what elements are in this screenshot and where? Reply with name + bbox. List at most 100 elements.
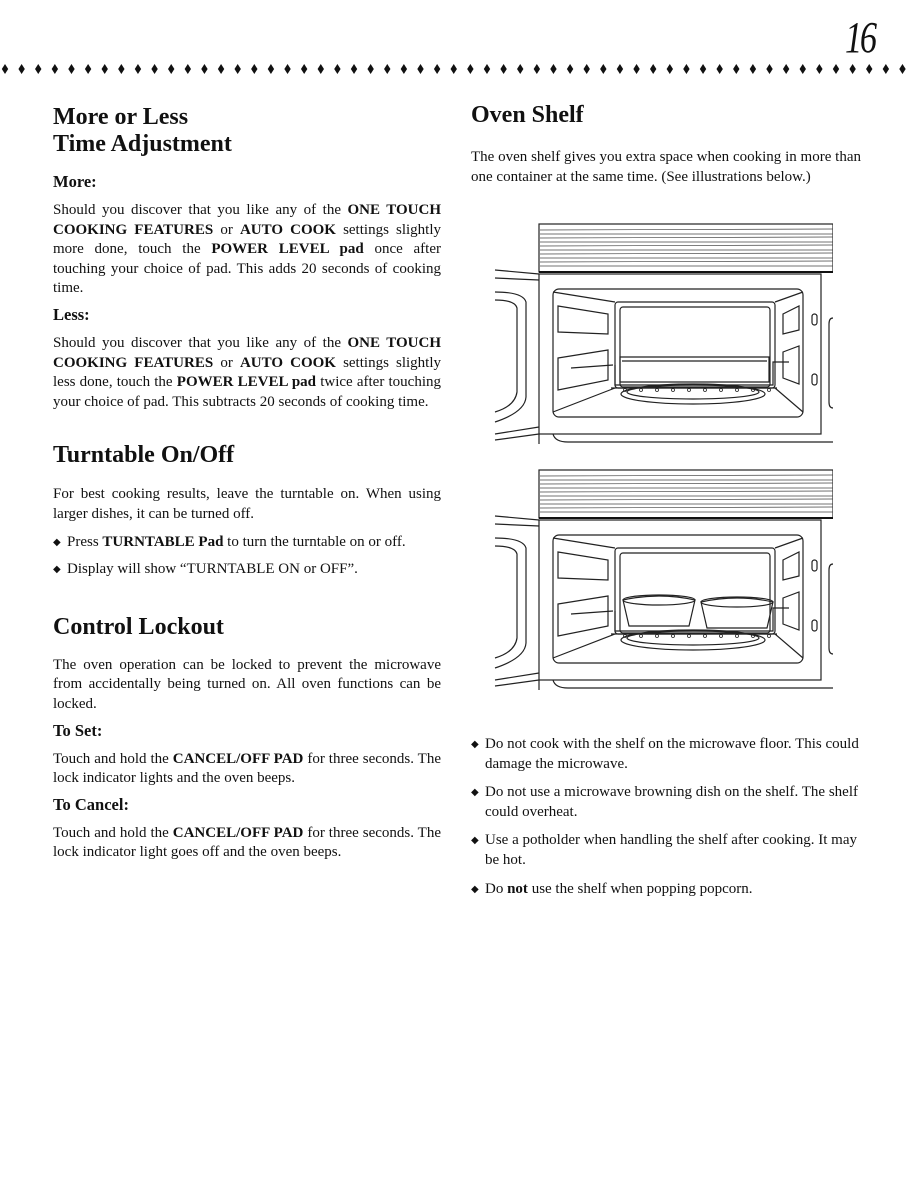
vent-slat bbox=[539, 474, 833, 477]
text-run: use the shelf when popping popcorn. bbox=[527, 880, 753, 897]
diamond-ornament bbox=[550, 64, 557, 74]
diamond-ornament bbox=[151, 64, 158, 74]
paragraph-less: Should you discover that you like any of… bbox=[53, 334, 441, 412]
bullet-item: ◆ Do not use the shelf when popping popco… bbox=[471, 880, 863, 900]
bullet-item: ◆ Display will show “TURNTABLE ON or OFF”… bbox=[53, 560, 441, 580]
door-window-outer bbox=[494, 537, 527, 669]
vent-grille-frame bbox=[538, 469, 833, 519]
door-bottom-edge bbox=[494, 672, 540, 687]
shelf-foot bbox=[671, 388, 675, 392]
diamond-ornament bbox=[699, 64, 707, 74]
oven-back-wall bbox=[614, 301, 776, 389]
cabinet-base bbox=[552, 433, 833, 443]
shelf-foot bbox=[655, 634, 659, 638]
shelf-foot bbox=[655, 388, 659, 392]
bold-text-run: TURNTABLE Pad bbox=[102, 533, 224, 550]
diamond-ornament bbox=[500, 64, 507, 74]
subheading-to-cancel: To Cancel: bbox=[53, 794, 129, 814]
vent-slat bbox=[539, 244, 833, 247]
diamond-ornament bbox=[583, 64, 590, 74]
text-run: Display will show “TURNTABLE ON or OFF”. bbox=[67, 561, 358, 578]
right-wall-vent-upper bbox=[782, 551, 800, 581]
control-panel-edge bbox=[828, 317, 833, 409]
bold-text-run: POWER LEVEL pad bbox=[211, 241, 364, 258]
diamond-ornament bbox=[417, 64, 424, 74]
control-panel-edge bbox=[828, 563, 833, 655]
diamond-ornament bbox=[267, 64, 275, 74]
bullet-diamond-icon: ◆ bbox=[471, 787, 479, 799]
vent-slat bbox=[539, 260, 833, 263]
paragraph-to-set: Touch and hold the CANCEL/OFF PAD for th… bbox=[53, 750, 441, 789]
shelf-foot bbox=[703, 634, 707, 638]
diamond-ornament bbox=[217, 64, 225, 74]
bullet-item: ◆ Use a potholder when handling the shelf… bbox=[471, 831, 863, 870]
diamond-ornament bbox=[68, 64, 75, 74]
section-more-or-less: More or Less Time Adjustment More: Shoul… bbox=[53, 104, 441, 412]
paragraph-lockout-intro: The oven operation can be locked to prev… bbox=[53, 656, 441, 712]
page-number: 16 bbox=[845, 13, 877, 62]
shelf-foot bbox=[671, 634, 675, 638]
bullet-item: ◆ Do not use a microwave browning dish on… bbox=[471, 783, 863, 822]
section-control-lockout: Control Lockout The oven operation can b… bbox=[53, 614, 441, 863]
bullet-text: Do not use a microwave browning dish on … bbox=[485, 783, 863, 822]
subheading-more: More: bbox=[53, 172, 97, 191]
diamond-ornament bbox=[384, 64, 391, 74]
shelf-foot bbox=[735, 634, 739, 638]
shelf-foot bbox=[687, 634, 691, 638]
illustration-oven-shelf-casserole bbox=[493, 222, 833, 444]
bullet-text: Do not cook with the shelf on the microw… bbox=[485, 735, 863, 774]
diamond-ornament bbox=[1, 64, 9, 74]
diamond-ornament bbox=[334, 64, 341, 74]
right-wall-vent-upper bbox=[782, 305, 800, 335]
diamond-ornament bbox=[616, 64, 624, 74]
diamond-ornament bbox=[683, 64, 690, 74]
oven-back-wall bbox=[614, 547, 776, 635]
diamond-ornament bbox=[899, 64, 906, 74]
diamond-ornament bbox=[799, 64, 806, 74]
diamond-ornament bbox=[84, 64, 92, 74]
bold-text-run: POWER LEVEL pad bbox=[176, 374, 317, 391]
diamond-ornament bbox=[766, 64, 773, 74]
text-run: Touch and hold the bbox=[53, 750, 173, 767]
door-window-inner bbox=[494, 545, 518, 659]
door-latch-slot-upper bbox=[811, 313, 818, 326]
bullet-diamond-icon: ◆ bbox=[53, 564, 61, 576]
right-column: Oven Shelf The oven shelf gives you extr… bbox=[471, 102, 861, 187]
left-wall-vent-upper bbox=[557, 551, 609, 581]
diamond-ornament bbox=[300, 64, 308, 74]
left-wall-shelf-support bbox=[557, 595, 609, 637]
diamond-ornament bbox=[350, 64, 358, 74]
paragraph-more: Should you discover that you like any of… bbox=[53, 201, 441, 299]
diamond-ornament bbox=[234, 64, 241, 74]
bullet-diamond-icon: ◆ bbox=[53, 536, 61, 548]
diamond-ornament bbox=[517, 64, 524, 74]
diamond-ornament bbox=[633, 64, 640, 74]
door-latch-slot-lower bbox=[811, 619, 818, 632]
diamond-ornament bbox=[649, 64, 657, 74]
diamond-ornament bbox=[400, 64, 408, 74]
text-run: or bbox=[213, 221, 240, 238]
bullet-diamond-icon: ◆ bbox=[471, 883, 479, 895]
diamond-ornament bbox=[101, 64, 108, 74]
vent-grille-frame bbox=[538, 223, 833, 273]
diamond-ornament bbox=[35, 64, 42, 74]
right-wall-shelf-support bbox=[782, 345, 800, 385]
text-run: Touch and hold the bbox=[53, 824, 173, 841]
door-top-edge bbox=[494, 269, 540, 281]
text-run: Should you discover that you like any of… bbox=[53, 202, 348, 218]
text-run: Press bbox=[67, 533, 103, 550]
text-run: Use a potholder when handling the shelf … bbox=[485, 832, 857, 868]
bullet-text: Display will show “TURNTABLE ON or OFF”. bbox=[67, 560, 441, 580]
cabinet-base bbox=[552, 679, 833, 689]
oven-shelf-bullet-list: ◆ Do not cook with the shelf on the micro… bbox=[471, 735, 863, 899]
diamond-ornament bbox=[882, 64, 890, 74]
diamond-ornament bbox=[483, 64, 491, 74]
diamond-ornament bbox=[733, 64, 740, 74]
diamond-ornament bbox=[533, 64, 541, 74]
door-top-edge bbox=[494, 515, 540, 527]
bold-text-run: CANCEL/OFF PAD bbox=[172, 824, 304, 841]
shelf-foot bbox=[703, 388, 707, 392]
bold-text-run: AUTO COOK bbox=[239, 354, 336, 371]
left-wall-shelf-support bbox=[557, 349, 609, 391]
diamond-ornament bbox=[51, 64, 59, 74]
